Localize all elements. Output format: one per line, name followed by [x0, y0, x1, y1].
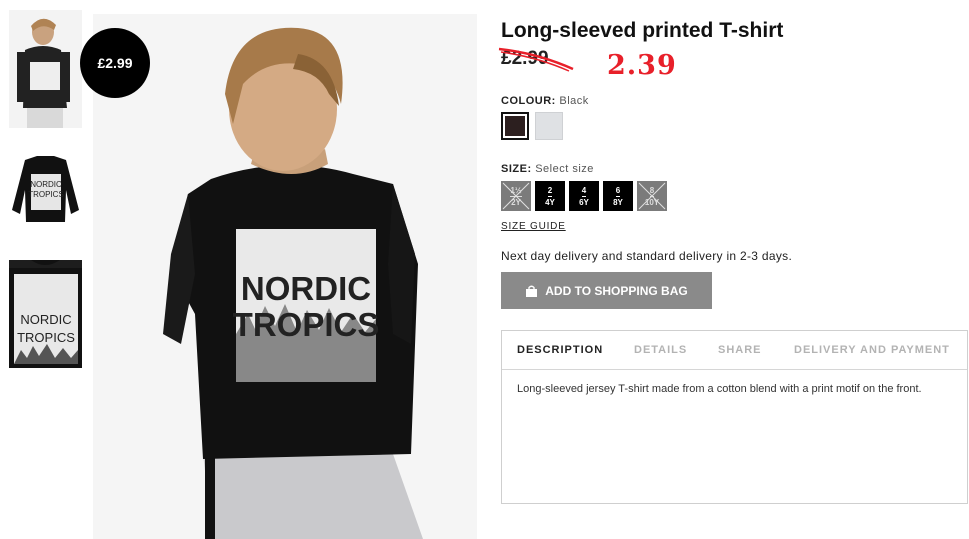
colour-value: Black: [559, 95, 589, 107]
product-info-tabs: DESCRIPTION DETAILS SHARE DELIVERY AND P…: [501, 330, 968, 504]
product-image-illustration: NORDIC TROPICS: [93, 14, 477, 539]
size-option-line1: 4: [581, 185, 587, 197]
size-option-line1: 2: [547, 185, 553, 197]
svg-text:NORDIC: NORDIC: [20, 312, 71, 327]
svg-text:TROPICS: TROPICS: [17, 330, 75, 345]
tab-share[interactable]: SHARE: [718, 344, 762, 356]
size-option-6-8y[interactable]: 6 8Y: [603, 181, 633, 211]
tab-bar: DESCRIPTION DETAILS SHARE DELIVERY AND P…: [502, 331, 967, 370]
svg-text:NORDIC: NORDIC: [30, 180, 62, 189]
add-to-bag-button[interactable]: ADD TO SHOPPING BAG: [501, 272, 712, 309]
product-title: Long-sleeved printed T-shirt: [501, 19, 784, 42]
size-option-2-4y[interactable]: 2 4Y: [535, 181, 565, 211]
description-text: Long-sleeved jersey T-shirt made from a …: [517, 383, 922, 395]
thumbnail-detail[interactable]: NORDIC TROPICS: [9, 260, 82, 368]
thumbnail-model[interactable]: [9, 10, 82, 128]
size-option-line1: 6: [615, 185, 621, 197]
tab-delivery-and-payment[interactable]: DELIVERY AND PAYMENT: [794, 344, 950, 356]
unavailable-cross-icon: [638, 182, 666, 210]
product-image: NORDIC TROPICS: [93, 14, 477, 539]
svg-text:NORDIC: NORDIC: [241, 270, 371, 307]
size-option-1-2y[interactable]: 1½ 2Y: [501, 181, 531, 211]
price-badge: £2.99: [80, 28, 150, 98]
colour-label-row: COLOUR: Black: [501, 95, 589, 107]
size-option-8-10y[interactable]: 8 10Y: [637, 181, 667, 211]
thumbnail-detail-image: NORDIC TROPICS: [9, 260, 82, 368]
thumbnail-model-image: [9, 10, 82, 128]
unavailable-cross-icon: [502, 182, 530, 210]
size-guide-link[interactable]: SIZE GUIDE: [501, 221, 566, 232]
svg-text:TROPICS: TROPICS: [28, 190, 64, 199]
size-option-line2: 4Y: [545, 197, 555, 207]
size-label-row: SIZE: Select size: [501, 163, 594, 175]
delivery-info: Next day delivery and standard delivery …: [501, 249, 793, 263]
colour-swatch-grey[interactable]: [535, 112, 563, 140]
tab-details[interactable]: DETAILS: [634, 344, 687, 356]
size-option-4-6y[interactable]: 4 6Y: [569, 181, 599, 211]
size-option-line2: 6Y: [579, 197, 589, 207]
size-label: SIZE:: [501, 163, 532, 175]
shopping-bag-icon: [526, 285, 538, 297]
thumbnail-front[interactable]: NORDIC TROPICS: [9, 150, 82, 228]
thumbnail-front-image: NORDIC TROPICS: [12, 156, 79, 222]
tab-description[interactable]: DESCRIPTION: [517, 344, 603, 356]
size-option-line2: 8Y: [613, 197, 623, 207]
svg-text:TROPICS: TROPICS: [233, 306, 380, 343]
price-strikethrough: [498, 47, 574, 72]
size-value: Select size: [535, 163, 594, 175]
colour-swatch-black[interactable]: [501, 112, 529, 140]
colour-label: COLOUR:: [501, 95, 556, 107]
sale-price: 2.39: [607, 50, 677, 81]
add-to-bag-label: ADD TO SHOPPING BAG: [545, 283, 688, 298]
